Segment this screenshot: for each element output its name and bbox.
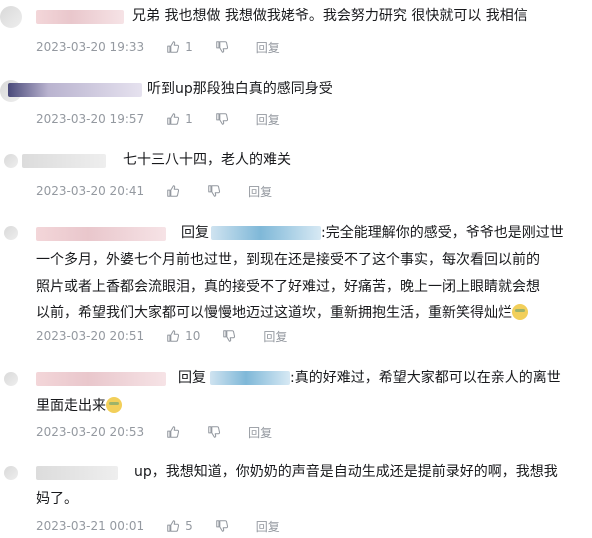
avatar[interactable] <box>4 466 18 480</box>
comment-text: 听到up那段独白真的感同身受 <box>147 81 333 97</box>
reply-button[interactable]: 回复 <box>263 328 287 345</box>
like-button[interactable] <box>166 184 185 198</box>
username[interactable] <box>22 154 106 168</box>
like-button[interactable]: 1 <box>166 40 193 54</box>
avatar[interactable] <box>4 154 18 168</box>
comment-time: 2023-03-20 20:41 <box>36 184 145 198</box>
reply-prefix: 回复 <box>181 225 209 241</box>
thumbs-up-icon <box>166 425 180 439</box>
comment-line-text: 里面走出来 <box>36 398 106 414</box>
dislike-button[interactable] <box>207 184 226 198</box>
thumbs-down-icon <box>207 184 221 198</box>
like-count: 1 <box>185 112 193 126</box>
reply-button[interactable]: 回复 <box>256 518 280 535</box>
reply-button[interactable]: 回复 <box>256 111 280 128</box>
comment-text: 回复 :真的好难过，希望大家都可以在亲人的离世 <box>178 367 561 390</box>
dislike-button[interactable] <box>215 40 234 54</box>
thumbs-up-icon <box>166 40 180 54</box>
comment-line-text: 以前，希望我们大家都可以慢慢地迈过这道坎，重新拥抱生活，重新笑得灿烂 <box>36 305 512 321</box>
comment-line: 照片或者上香都会流眼泪，真的接受不了好难过，好痛苦，晚上一闭上眼睛就会想 <box>36 279 540 295</box>
username[interactable] <box>36 227 166 241</box>
like-count: 10 <box>185 329 201 343</box>
comment-line: :完全能理解你的感受，爷爷也是刚过世 <box>321 225 564 241</box>
thumbs-down-icon <box>207 425 221 439</box>
comment-line: up，我想知道，你奶奶的声音是自动生成还是提前录好的啊，我想我 <box>134 464 558 480</box>
comment-time: 2023-03-20 19:33 <box>36 40 145 54</box>
comment-time: 2023-03-20 20:51 <box>36 329 145 343</box>
reply-button[interactable]: 回复 <box>248 424 272 441</box>
dislike-button[interactable] <box>215 112 234 126</box>
reply-button[interactable]: 回复 <box>256 39 280 56</box>
like-button[interactable] <box>166 425 185 439</box>
thumbs-down-icon <box>215 40 229 54</box>
comment-line: 以前，希望我们大家都可以慢慢地迈过这道坎，重新拥抱生活，重新笑得灿烂 <box>36 302 528 325</box>
thumbs-down-icon <box>222 329 236 343</box>
thumbs-up-icon <box>166 112 180 126</box>
reply-button[interactable]: 回复 <box>248 183 272 200</box>
avatar[interactable] <box>4 226 18 240</box>
dislike-button[interactable] <box>222 329 241 343</box>
comment-text: 七十三八十四，老人的难关 <box>123 152 291 168</box>
thumbs-up-icon <box>166 329 180 343</box>
comment-time: 2023-03-20 20:53 <box>36 425 145 439</box>
like-button[interactable]: 10 <box>166 329 200 343</box>
thumbs-up-icon <box>166 519 180 533</box>
dislike-button[interactable] <box>207 425 226 439</box>
comment-line: 里面走出来 <box>36 395 122 418</box>
mention-username[interactable] <box>210 371 290 385</box>
like-button[interactable]: 1 <box>166 112 193 126</box>
like-count: 1 <box>185 40 193 54</box>
thumbs-down-icon <box>215 112 229 126</box>
username[interactable] <box>36 466 118 480</box>
dislike-button[interactable] <box>215 519 234 533</box>
like-count: 5 <box>185 519 193 533</box>
username[interactable] <box>8 83 142 97</box>
like-button[interactable]: 5 <box>166 519 193 533</box>
username[interactable] <box>36 372 166 386</box>
comment-line: :真的好难过，希望大家都可以在亲人的离世 <box>290 370 561 386</box>
smile-emoji <box>512 304 528 320</box>
avatar[interactable] <box>0 6 22 28</box>
comment-text: 回复 :完全能理解你的感受，爷爷也是刚过世 <box>181 222 564 245</box>
comment-line: 一个多月，外婆七个月前也过世，到现在还是接受不了这个事实，每次看回以前的 <box>36 252 540 268</box>
avatar[interactable] <box>4 372 18 386</box>
thumbs-down-icon <box>215 519 229 533</box>
mention-username[interactable] <box>211 226 321 240</box>
thumbs-up-icon <box>166 184 180 198</box>
smile-emoji <box>106 397 122 413</box>
comment-text: 兄弟 我也想做 我想做我姥爷。我会努力研究 很快就可以 我相信 <box>132 8 528 24</box>
comment-time: 2023-03-21 00:01 <box>36 519 145 533</box>
username[interactable] <box>36 10 124 24</box>
comment-line: 妈了。 <box>36 491 78 507</box>
reply-prefix: 回复 <box>178 370 206 386</box>
comment-time: 2023-03-20 19:57 <box>36 112 145 126</box>
